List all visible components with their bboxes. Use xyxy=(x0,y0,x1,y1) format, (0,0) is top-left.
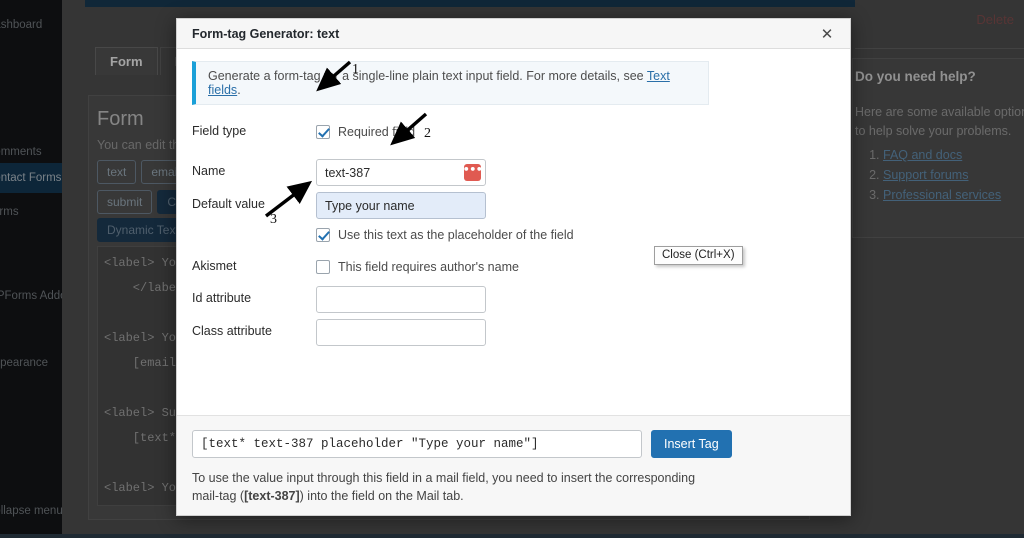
tag-button-text[interactable]: text xyxy=(97,160,137,184)
sidebar-item-contact-forms[interactable]: Contact Forms xyxy=(0,163,62,193)
name-input[interactable] xyxy=(316,159,486,186)
insert-tag-button[interactable]: Insert Tag xyxy=(651,430,732,458)
close-tooltip: Close (Ctrl+X) xyxy=(654,246,743,265)
modal-footer: Insert Tag To use the value input throug… xyxy=(177,415,850,515)
help-panel-text: Here are some available options to help … xyxy=(855,105,1024,138)
info-notice: Generate a form-tag for a single-line pl… xyxy=(192,61,709,105)
help-link-support[interactable]: Support forums xyxy=(883,165,1001,185)
default-value-input[interactable] xyxy=(316,192,486,219)
label-field-type: Field type xyxy=(192,124,247,138)
help-link-professional[interactable]: Professional services xyxy=(883,185,1001,205)
tag-button-submit[interactable]: submit xyxy=(97,190,153,214)
modal-body: Generate a form-tag for a single-line pl… xyxy=(177,49,850,417)
placeholder-check-line[interactable]: Use this text as the placeholder of the … xyxy=(316,222,835,248)
name-control: ••• xyxy=(316,159,835,186)
label-default-value: Default value xyxy=(192,197,265,211)
mail-tag-note: To use the value input through this fiel… xyxy=(192,469,712,505)
label-class-attribute: Class attribute xyxy=(192,324,272,338)
field-type-control: Required field xyxy=(316,119,835,145)
row-field-type: Field type Required field xyxy=(192,119,835,145)
admin-top-bar xyxy=(85,0,855,7)
notice-text-after: . xyxy=(237,83,241,97)
help-links-list: FAQ and docs Support forums Professional… xyxy=(855,145,1001,205)
close-icon[interactable]: ✕ xyxy=(810,19,844,48)
mail-tag-note-part2: ) into the field on the Mail tab. xyxy=(299,489,464,503)
sidebar-item-comments[interactable]: Comments xyxy=(0,145,62,159)
annotation-number-1: 1 xyxy=(352,62,359,77)
help-link-support-anchor[interactable]: Support forums xyxy=(883,168,968,182)
use-as-placeholder-checkbox[interactable] xyxy=(316,228,330,242)
annotation-number-3: 3 xyxy=(270,212,277,227)
modal-title: Form-tag Generator: text xyxy=(192,26,340,41)
required-field-check-line[interactable]: Required field xyxy=(316,119,835,145)
screen-root: Form Mail Form You can edit the form tem… xyxy=(0,0,1024,538)
help-panel-title: Do you need help? xyxy=(855,69,976,84)
help-link-faq-anchor[interactable]: FAQ and docs xyxy=(883,148,962,162)
default-value-control: Use this text as the placeholder of the … xyxy=(316,192,835,248)
akismet-control: This field requires author's name xyxy=(316,254,835,280)
wp-admin-sidebar: Dashboard Comments Contact Forms Forms W… xyxy=(0,0,62,538)
tag-output-row: Insert Tag xyxy=(192,430,835,458)
akismet-author-name-checkbox[interactable] xyxy=(316,260,330,274)
label-name: Name xyxy=(192,164,226,178)
required-field-label: Required field xyxy=(338,125,416,139)
use-as-placeholder-label: Use this text as the placeholder of the … xyxy=(338,228,574,242)
help-link-faq[interactable]: FAQ and docs xyxy=(883,145,1001,165)
akismet-author-name-label: This field requires author's name xyxy=(338,260,519,274)
id-attribute-input[interactable] xyxy=(316,286,486,313)
notice-text-before: Generate a form-tag for a single-line pl… xyxy=(208,69,647,83)
row-id-attribute: Id attribute xyxy=(192,286,835,313)
label-id-attribute: Id attribute xyxy=(192,291,252,305)
mail-tag-code: [text-387] xyxy=(244,489,300,503)
id-attribute-control xyxy=(316,286,835,313)
row-class-attribute: Class attribute xyxy=(192,319,835,346)
form-tag-generator-modal: Form-tag Generator: text ✕ Generate a fo… xyxy=(176,18,851,516)
sidebar-divider xyxy=(855,48,1024,49)
row-default-value: Default value Use this text as the place… xyxy=(192,192,835,248)
required-field-checkbox[interactable] xyxy=(316,125,330,139)
sidebar-item-appearance[interactable]: Appearance xyxy=(0,356,62,370)
sidebar-item-wpforms-addons[interactable]: WPForms Addons xyxy=(0,289,62,303)
sidebar-item-forms[interactable]: Forms xyxy=(0,205,62,219)
sidebar-item-collapse-menu[interactable]: Collapse menu xyxy=(0,504,62,518)
class-attribute-input[interactable] xyxy=(316,319,486,346)
akismet-check-line[interactable]: This field requires author's name xyxy=(316,254,835,280)
help-link-professional-anchor[interactable]: Professional services xyxy=(883,188,1001,202)
name-input-wrapper: ••• xyxy=(316,159,486,186)
panel-heading: Form xyxy=(97,108,144,130)
label-akismet: Akismet xyxy=(192,259,237,273)
row-name: Name ••• xyxy=(192,159,835,186)
delete-link[interactable]: Delete xyxy=(976,12,1014,27)
form-fields-table: Field type Required field Name text-387 … xyxy=(192,119,835,346)
annotation-number-2: 2 xyxy=(424,126,431,141)
modal-header: Form-tag Generator: text ✕ xyxy=(177,19,850,49)
tab-form[interactable]: Form xyxy=(95,47,158,75)
sidebar-item-dashboard[interactable]: Dashboard xyxy=(0,18,62,32)
class-attribute-control xyxy=(316,319,835,346)
generated-tag-input[interactable] xyxy=(192,430,642,458)
page-bottom-strip xyxy=(0,534,1024,538)
lastpass-icon[interactable]: ••• xyxy=(463,164,483,181)
